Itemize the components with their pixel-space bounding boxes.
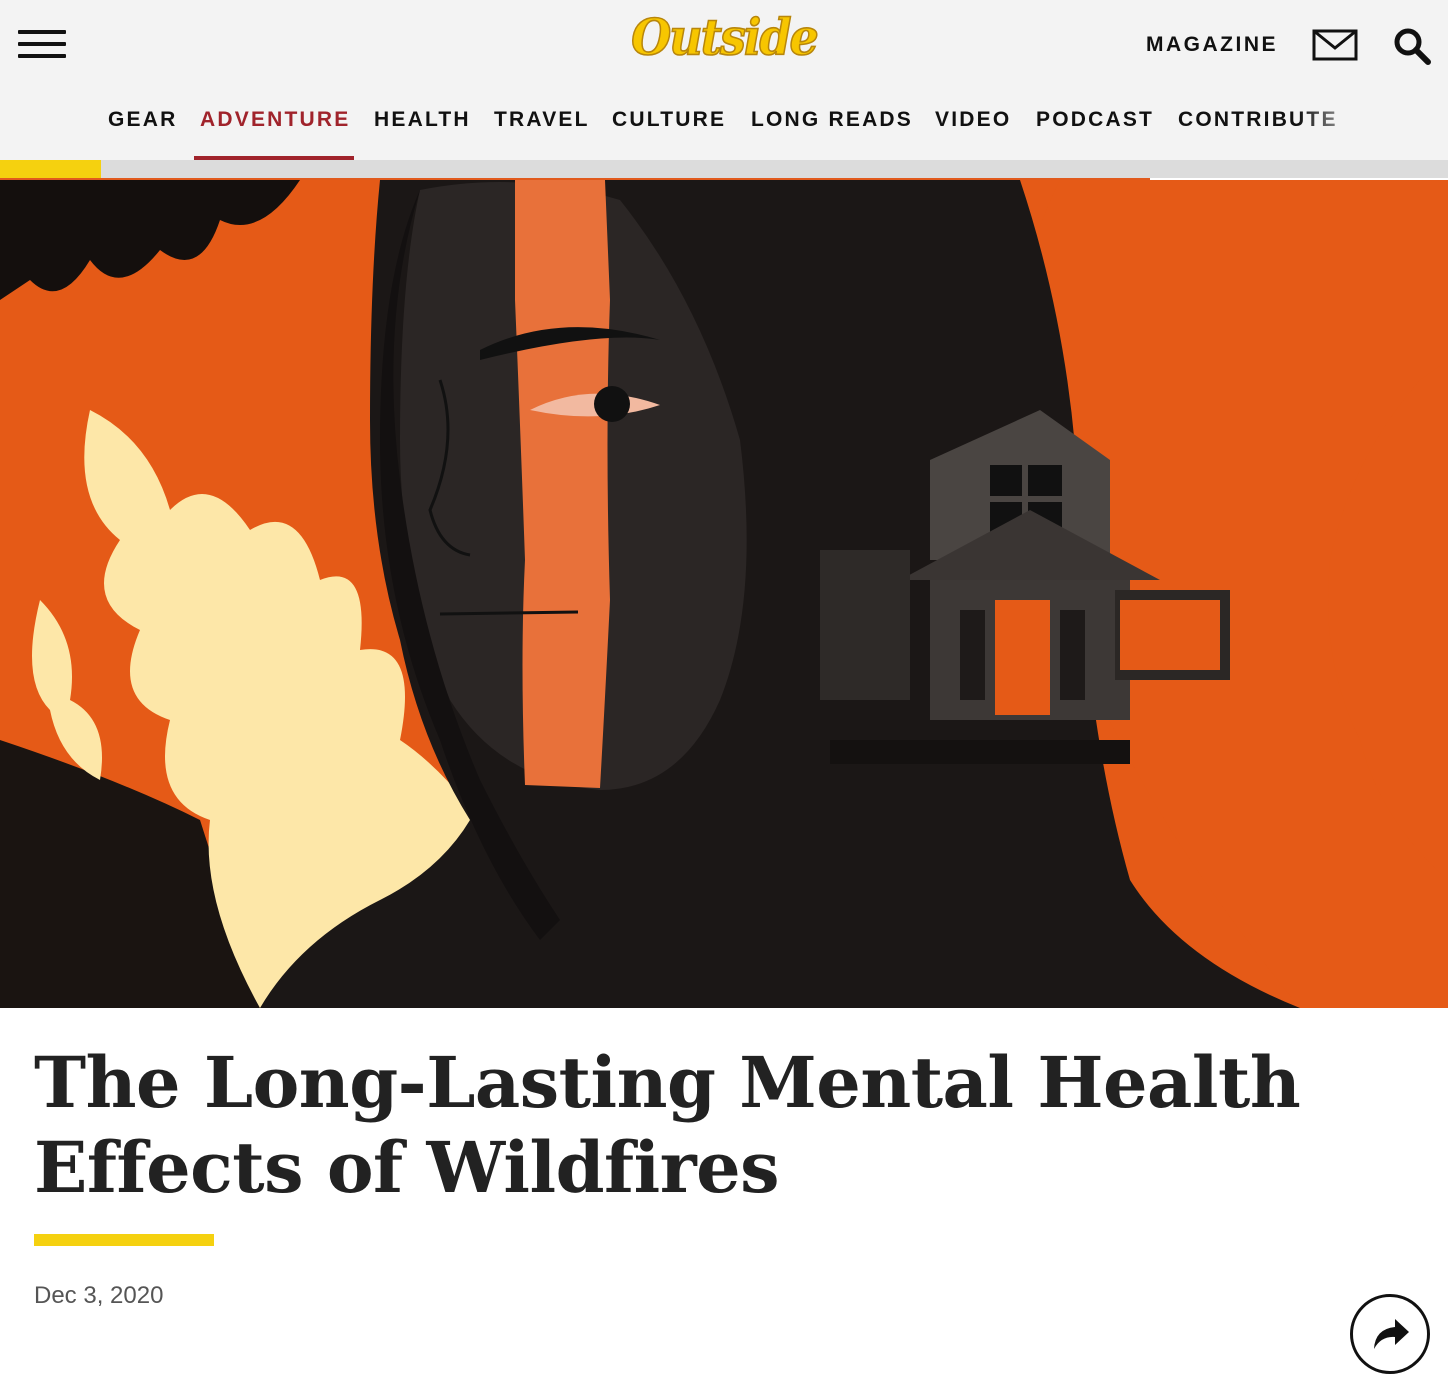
- share-button[interactable]: [1350, 1294, 1430, 1374]
- magazine-link[interactable]: MAGAZINE: [1146, 33, 1278, 57]
- nav-item-travel[interactable]: TRAVEL: [494, 108, 590, 132]
- nav-item-video[interactable]: VIDEO: [935, 108, 1011, 132]
- nav-item-long-reads[interactable]: LONG READS: [751, 108, 913, 132]
- site-logo[interactable]: Outside: [630, 7, 819, 67]
- hero-illustration: [0, 180, 1448, 1008]
- mail-icon[interactable]: [1312, 29, 1358, 61]
- nav-item-health[interactable]: HEALTH: [374, 108, 471, 132]
- primary-nav: GEAR ADVENTURE HEALTH TRAVEL CULTURE LON…: [0, 100, 1448, 160]
- site-header: Outside MAGAZINE GEAR ADVENTURE HEALTH T…: [0, 0, 1448, 160]
- article-date: Dec 3, 2020: [34, 1282, 164, 1309]
- search-icon[interactable]: [1392, 26, 1432, 66]
- nav-item-culture[interactable]: CULTURE: [612, 108, 726, 132]
- hamburger-menu-icon[interactable]: [18, 30, 66, 60]
- nav-item-podcast[interactable]: PODCAST: [1036, 108, 1154, 132]
- nav-item-gear[interactable]: GEAR: [108, 108, 177, 132]
- nav-item-contribute[interactable]: CONTRIBUTE: [1178, 108, 1338, 132]
- title-accent-rule: [34, 1234, 214, 1246]
- wildfire-illustration: [0, 180, 1448, 1008]
- reading-progress-fill: [0, 160, 102, 178]
- share-arrow-icon: [1374, 1319, 1409, 1349]
- article-title: The Long-Lasting Mental Health Effects o…: [34, 1041, 1301, 1209]
- nav-item-adventure[interactable]: ADVENTURE: [200, 108, 350, 132]
- reading-progress-bar: [0, 160, 1448, 178]
